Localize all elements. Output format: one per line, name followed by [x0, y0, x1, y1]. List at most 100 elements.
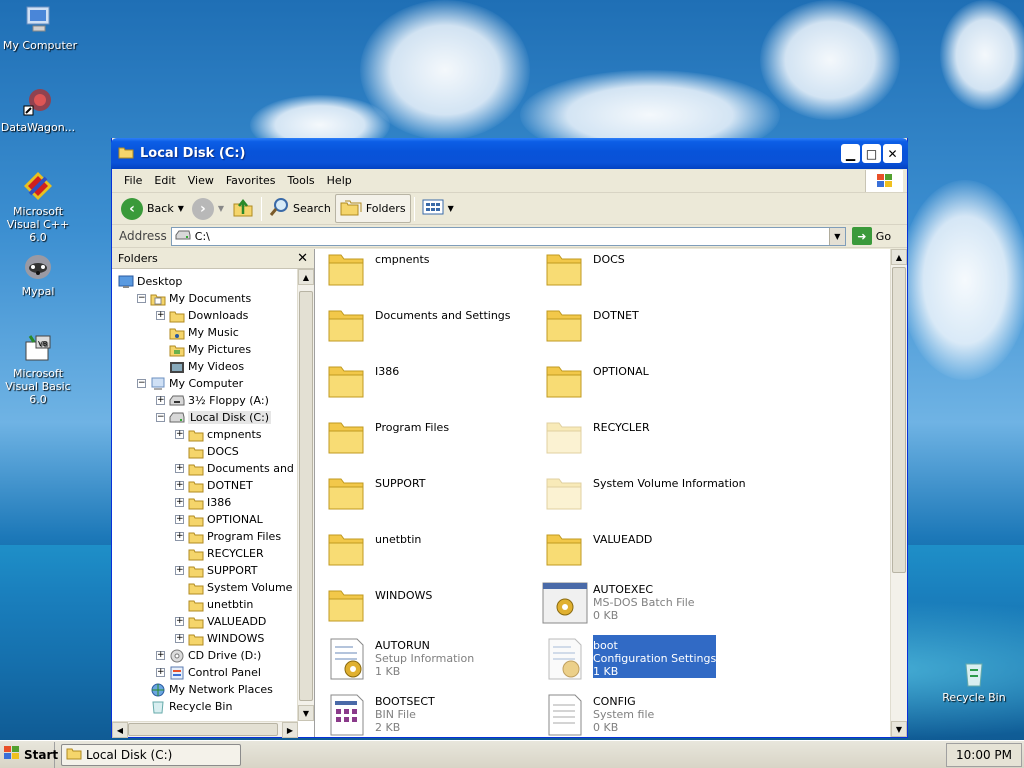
expand-toggle-icon[interactable]: + — [156, 311, 165, 320]
menu-file[interactable]: File — [118, 172, 148, 189]
desktop-icon-my-computer[interactable]: My Computer — [0, 4, 80, 52]
file-item[interactable]: BOOTSECT BIN File 2 KB — [323, 691, 435, 739]
folders-button[interactable]: Folders — [334, 194, 411, 223]
expand-toggle-icon[interactable]: + — [175, 430, 184, 439]
menu-help[interactable]: Help — [321, 172, 358, 189]
menu-view[interactable]: View — [182, 172, 220, 189]
tree-item[interactable]: + Program Files — [175, 528, 281, 545]
tree-item[interactable]: +3½ Floppy (A:) — [156, 392, 269, 409]
expand-toggle-icon[interactable]: + — [156, 651, 165, 660]
file-item[interactable]: DOCS — [541, 243, 625, 291]
expand-toggle-icon[interactable]: + — [175, 566, 184, 575]
collapse-toggle-icon[interactable]: − — [137, 379, 146, 388]
tree-vertical-scrollbar[interactable]: ▲ ▼ — [297, 269, 314, 721]
tree-item[interactable]: My Videos — [156, 358, 244, 375]
close-icon[interactable]: ✕ — [297, 251, 308, 266]
tree-item[interactable]: − Local Disk (C:) — [156, 409, 272, 426]
tree-item[interactable]: System Volume Infor — [175, 579, 296, 596]
taskbar-window-button[interactable]: Local Disk (C:) — [61, 743, 241, 766]
menu-edit[interactable]: Edit — [148, 172, 181, 189]
content-vertical-scrollbar[interactable]: ▲ ▼ — [890, 249, 907, 737]
file-item[interactable]: AUTORUN Setup Information 1 KB — [323, 635, 474, 683]
file-item[interactable]: CONFIG System file 0 KB — [541, 691, 654, 739]
address-dropdown-button[interactable]: ▼ — [828, 227, 845, 245]
tree-item[interactable]: + Downloads — [156, 307, 248, 324]
tree-item[interactable]: My Pictures — [156, 341, 251, 358]
desktop-icon-visual-cpp[interactable]: Microsoft Visual C++ 6.0 — [0, 170, 78, 244]
expand-toggle-icon[interactable]: + — [156, 396, 165, 405]
tree-item[interactable]: + Control Panel — [156, 664, 261, 681]
tree-item[interactable]: − My Computer — [137, 375, 243, 392]
desktop-icon-mypal[interactable]: Mypal — [0, 250, 78, 298]
search-button[interactable]: Search — [265, 194, 335, 223]
collapse-toggle-icon[interactable]: − — [156, 413, 165, 422]
go-button[interactable]: ➜ Go — [851, 227, 891, 245]
tree-item[interactable]: Desktop — [118, 273, 182, 290]
address-input[interactable]: C:\ ▼ — [170, 226, 846, 246]
file-item[interactable]: Program Files — [323, 411, 449, 459]
tree-item[interactable]: RECYCLER — [175, 545, 264, 562]
file-item[interactable]: I386 — [323, 355, 399, 403]
scroll-thumb[interactable] — [892, 267, 906, 573]
chevron-down-icon[interactable]: ▼ — [178, 204, 184, 213]
file-item[interactable]: Documents and Settings — [323, 299, 511, 347]
file-item[interactable]: AUTOEXEC MS-DOS Batch File 0 KB — [541, 579, 695, 627]
file-item[interactable]: cmpnents — [323, 243, 430, 291]
views-button[interactable]: ▼ — [418, 195, 458, 222]
file-item[interactable]: WINDOWS — [323, 579, 432, 627]
tree-item[interactable]: Recycle Bin — [137, 698, 232, 715]
file-item[interactable]: VALUEADD — [541, 523, 652, 571]
file-item[interactable]: OPTIONAL — [541, 355, 649, 403]
minimize-button[interactable]: ▁ — [841, 144, 860, 163]
up-folder-button[interactable] — [228, 193, 258, 224]
tree-item[interactable]: + OPTIONAL — [175, 511, 263, 528]
tree-horizontal-scrollbar[interactable]: ◀ ▶ — [112, 721, 298, 738]
tree-item[interactable]: DOCS — [175, 443, 239, 460]
scroll-down-button[interactable]: ▼ — [298, 705, 314, 721]
expand-toggle-icon[interactable]: + — [175, 481, 184, 490]
scroll-right-button[interactable]: ▶ — [282, 722, 298, 738]
tree-item[interactable]: + WINDOWS — [175, 630, 264, 647]
menu-favorites[interactable]: Favorites — [220, 172, 282, 189]
tree-item[interactable]: + Documents and Setti — [175, 460, 296, 477]
expand-toggle-icon[interactable]: + — [175, 515, 184, 524]
tree-item[interactable]: + CD Drive (D:) — [156, 647, 261, 664]
maximize-button[interactable]: □ — [862, 144, 881, 163]
file-item[interactable]: DOTNET — [541, 299, 639, 347]
scroll-thumb[interactable] — [299, 291, 313, 701]
menu-tools[interactable]: Tools — [282, 172, 321, 189]
scroll-thumb[interactable] — [128, 723, 278, 736]
expand-toggle-icon[interactable]: + — [175, 634, 184, 643]
tree-item[interactable]: − My Documents — [137, 290, 251, 307]
expand-toggle-icon[interactable]: + — [175, 532, 184, 541]
desktop-icon-visual-basic[interactable]: VB Microsoft Visual Basic 6.0 — [0, 332, 78, 406]
tree-item[interactable]: + cmpnents — [175, 426, 262, 443]
file-item[interactable]: System Volume Information — [541, 467, 746, 515]
tree-item[interactable]: unetbtin — [175, 596, 253, 613]
tree-item[interactable]: My Network Places — [137, 681, 273, 698]
expand-toggle-icon[interactable]: + — [175, 617, 184, 626]
forward-button[interactable]: › ▼ — [188, 195, 228, 223]
file-item[interactable]: unetbtin — [323, 523, 421, 571]
system-tray-clock[interactable]: 10:00 PM — [946, 742, 1022, 767]
collapse-toggle-icon[interactable]: − — [137, 294, 146, 303]
scroll-up-button[interactable]: ▲ — [298, 269, 314, 285]
expand-toggle-icon[interactable]: + — [175, 464, 184, 473]
close-button[interactable]: ✕ — [883, 144, 902, 163]
tree-item[interactable]: + VALUEADD — [175, 613, 266, 630]
back-button[interactable]: ‹ Back ▼ — [117, 195, 188, 223]
expand-toggle-icon[interactable]: + — [175, 498, 184, 507]
tree-item[interactable]: + SUPPORT — [175, 562, 258, 579]
file-item[interactable]: SUPPORT — [323, 467, 426, 515]
title-bar[interactable]: Local Disk (C:) ▁ □ ✕ — [111, 138, 908, 169]
tree-item[interactable]: My Music — [156, 324, 239, 341]
scroll-down-button[interactable]: ▼ — [891, 721, 907, 737]
file-item[interactable]: boot Configuration Settings 1 KB — [541, 635, 717, 683]
scroll-up-button[interactable]: ▲ — [891, 249, 907, 265]
scroll-left-button[interactable]: ◀ — [112, 722, 128, 738]
expand-toggle-icon[interactable]: + — [156, 668, 165, 677]
file-item[interactable]: RECYCLER — [541, 411, 650, 459]
chevron-down-icon[interactable]: ▼ — [218, 204, 224, 213]
start-button[interactable]: Start — [0, 741, 58, 768]
desktop-icon-recycle-bin[interactable]: Recycle Bin — [934, 656, 1014, 704]
